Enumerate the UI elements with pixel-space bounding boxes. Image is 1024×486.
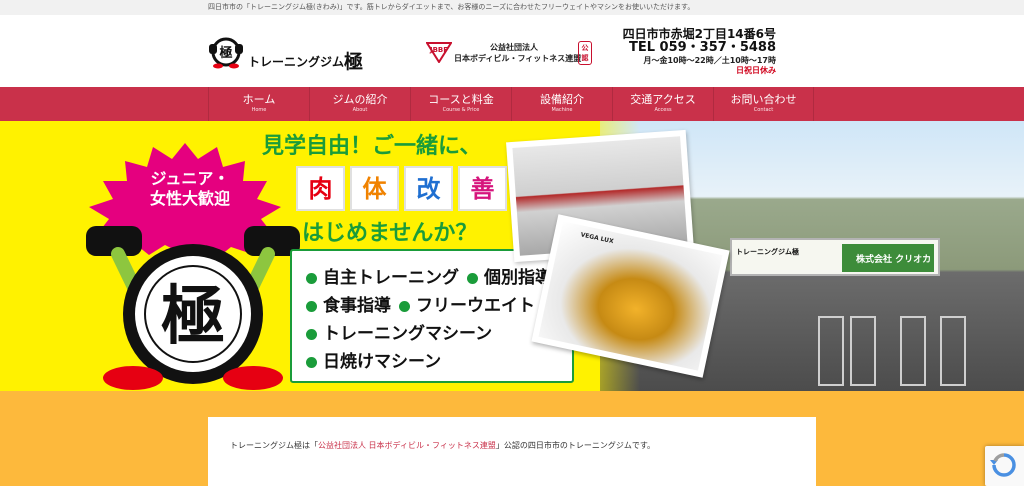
feature-row: 自主トレーニング 個別指導 xyxy=(306,264,572,292)
logo-text: トレーニングジム極 xyxy=(248,51,364,73)
jbbf-logo-icon: JBBF xyxy=(426,42,452,63)
recaptcha-icon xyxy=(990,453,1016,477)
svg-text:JBBF: JBBF xyxy=(429,46,448,54)
business-hours: 月～金10時～22時／土10時～17時 xyxy=(643,56,776,65)
feature-row: 日焼けマシーン xyxy=(306,348,572,376)
feature-item: フリーウエイト xyxy=(399,292,535,320)
site-header: 極 トレーニングジム極 JBBF 公益社団法人 日本ボディビル・フィットネス連盟… xyxy=(0,15,1024,87)
intro-card: トレーニングジム極は「公益社団法人 日本ボディビル・フィットネス連盟」公認の四日… xyxy=(208,417,816,486)
address: 四日市市赤堀2丁目14番6号 xyxy=(622,27,776,41)
feature-item: 食事指導 xyxy=(306,292,391,320)
jbbf-org-name: 日本ボディビル・フィットネス連盟 xyxy=(454,54,582,63)
nav-machine[interactable]: 設備紹介 Machine xyxy=(511,87,612,121)
vending-machine xyxy=(818,316,844,386)
feature-item: トレーニングマシーン xyxy=(306,320,492,348)
hero-kanji-row: 肉 体 改 善 xyxy=(296,166,512,211)
tanning-machine-caption: VEGA LUX xyxy=(579,231,615,246)
certified-seal: 公認 xyxy=(578,41,592,65)
nav-course-price[interactable]: コースと料金 Course & Price xyxy=(410,87,511,121)
bullet-icon xyxy=(467,272,478,284)
bullet-icon xyxy=(306,356,317,368)
top-info-bar: 四日市市の「トレーニングジム極(きわみ)」です。筋トレからダイエットまで、お客様… xyxy=(0,0,1024,15)
starburst-text: ジュニア・ 女性大歓迎 xyxy=(149,169,230,208)
nav-contact[interactable]: お問い合わせ Contact xyxy=(713,87,814,121)
bullet-icon xyxy=(399,300,410,312)
contact-info: 四日市市赤堀2丁目14番6号 TEL 059・357・5488 月～金10時～2… xyxy=(623,27,776,76)
feature-item: 日焼けマシーン xyxy=(306,348,441,376)
storefront-sign: トレーニングジム極 株式会社 クリオカ xyxy=(730,238,940,276)
nav-access[interactable]: 交通アクセス Access xyxy=(612,87,713,121)
hero-headline-1: 見学自由！ご一緒に、 xyxy=(262,134,482,159)
svg-text:極: 極 xyxy=(218,45,232,61)
jbbf-certification: JBBF 公益社団法人 日本ボディビル・フィットネス連盟 公認 xyxy=(426,41,596,71)
nav-about[interactable]: ジムの紹介 About xyxy=(309,87,410,121)
nav-home[interactable]: ホーム Home xyxy=(208,87,309,121)
site-description: 四日市市の「トレーニングジム極(きわみ)」です。筋トレからダイエットまで、お客様… xyxy=(208,3,695,11)
hero-headline-2: はじめませんか？ xyxy=(302,221,478,246)
jbbf-link[interactable]: 公益社団法人 日本ボディビル・フィットネス連盟 xyxy=(318,441,496,450)
kanji-box: 体 xyxy=(350,166,399,211)
vending-machine xyxy=(900,316,926,386)
bullet-icon xyxy=(306,328,317,340)
vending-machine xyxy=(940,316,966,386)
kanji-box: 善 xyxy=(458,166,507,211)
main-navigation: ホーム Home ジムの紹介 About コースと料金 Course & Price … xyxy=(0,87,1024,121)
sign-company: 株式会社 クリオカ xyxy=(842,244,934,272)
mascot-logo-icon: 極 xyxy=(209,37,243,69)
kanji-box: 改 xyxy=(404,166,453,211)
bullet-icon xyxy=(306,300,317,312)
closed-days: 日祝日休み xyxy=(736,66,776,75)
site-logo[interactable]: 極 トレーニングジム極 xyxy=(208,35,368,73)
hero-banner: トレーニングジム極 株式会社 クリオカ ジュニア・ 女性大歓迎 極 見学自由！ご… xyxy=(0,121,1024,391)
kanji-box: 肉 xyxy=(296,166,345,211)
feature-item: 自主トレーニング xyxy=(306,264,459,292)
feature-item: 個別指導 xyxy=(467,264,552,292)
mascot-illustration: 極 xyxy=(86,226,300,390)
feature-list: 自主トレーニング 個別指導 食事指導 フリーウエイト トレーニングマシーン 日焼… xyxy=(290,249,574,383)
phone-number[interactable]: TEL 059・357・5488 xyxy=(623,41,776,55)
recaptcha-badge[interactable] xyxy=(985,446,1024,486)
feature-row: 食事指導 フリーウエイト xyxy=(306,292,572,320)
intro-text: トレーニングジム極は「公益社団法人 日本ボディビル・フィットネス連盟」公認の四日… xyxy=(230,441,656,450)
svg-text:極: 極 xyxy=(161,279,225,354)
sign-gym-name: トレーニングジム極 xyxy=(736,248,799,256)
jbbf-org-type: 公益社団法人 xyxy=(490,43,538,52)
bullet-icon xyxy=(306,272,317,284)
vending-machine xyxy=(850,316,876,386)
